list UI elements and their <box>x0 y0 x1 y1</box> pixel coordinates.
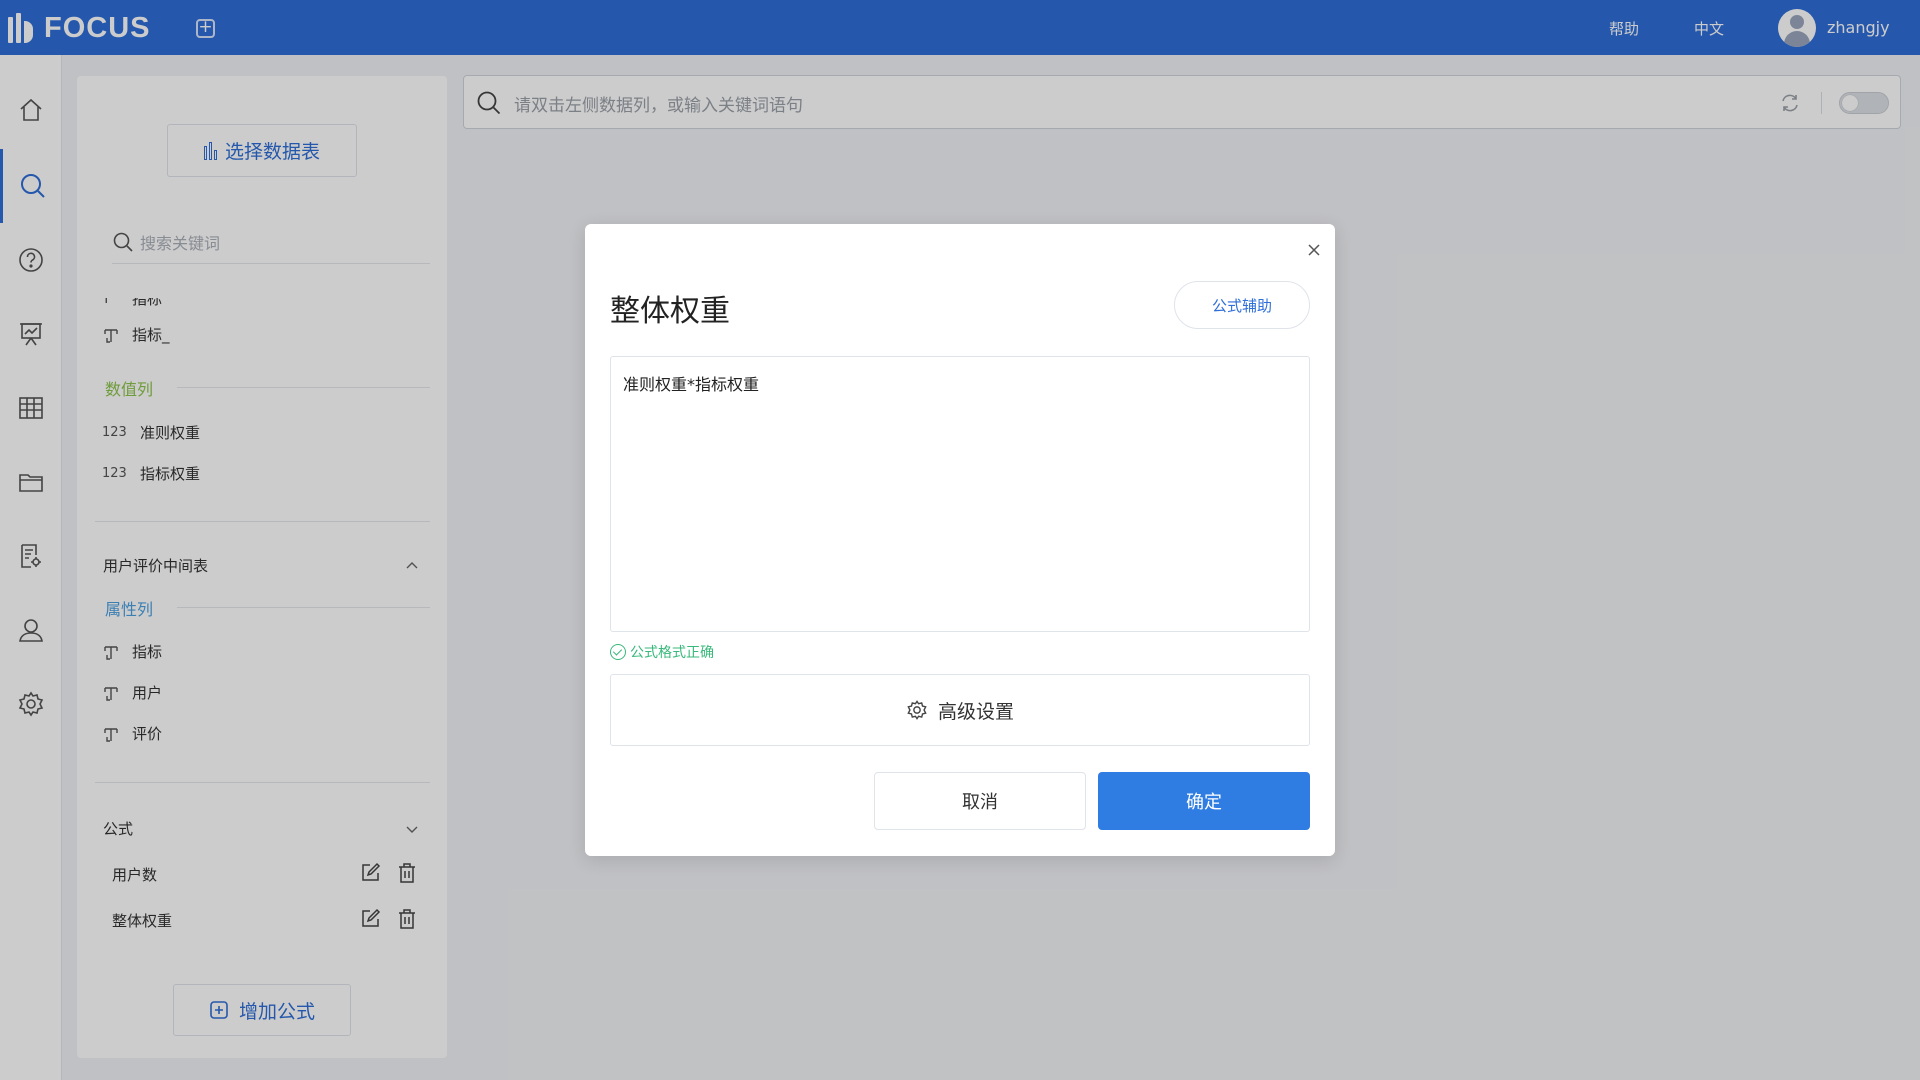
gear-icon <box>907 700 927 720</box>
validation-message: 公式格式正确 <box>630 645 714 661</box>
dialog-title: 整体权重 <box>610 294 730 329</box>
confirm-label: 确定 <box>1186 792 1222 813</box>
formula-dialog: 整体权重 公式辅助 公式格式正确 高级设置 取消 确定 <box>585 224 1335 856</box>
close-icon[interactable] <box>1304 240 1324 260</box>
cancel-button[interactable]: 取消 <box>874 772 1086 830</box>
confirm-button[interactable]: 确定 <box>1098 772 1310 830</box>
formula-help-button[interactable]: 公式辅助 <box>1174 281 1310 329</box>
formula-editor[interactable] <box>610 356 1310 632</box>
check-circle-icon <box>610 644 626 660</box>
cancel-label: 取消 <box>962 792 998 813</box>
validation-status: 公式格式正确 <box>610 642 714 662</box>
advanced-settings-label: 高级设置 <box>937 700 1014 723</box>
advanced-settings-button[interactable]: 高级设置 <box>610 674 1310 746</box>
formula-help-label: 公式辅助 <box>1211 296 1272 315</box>
